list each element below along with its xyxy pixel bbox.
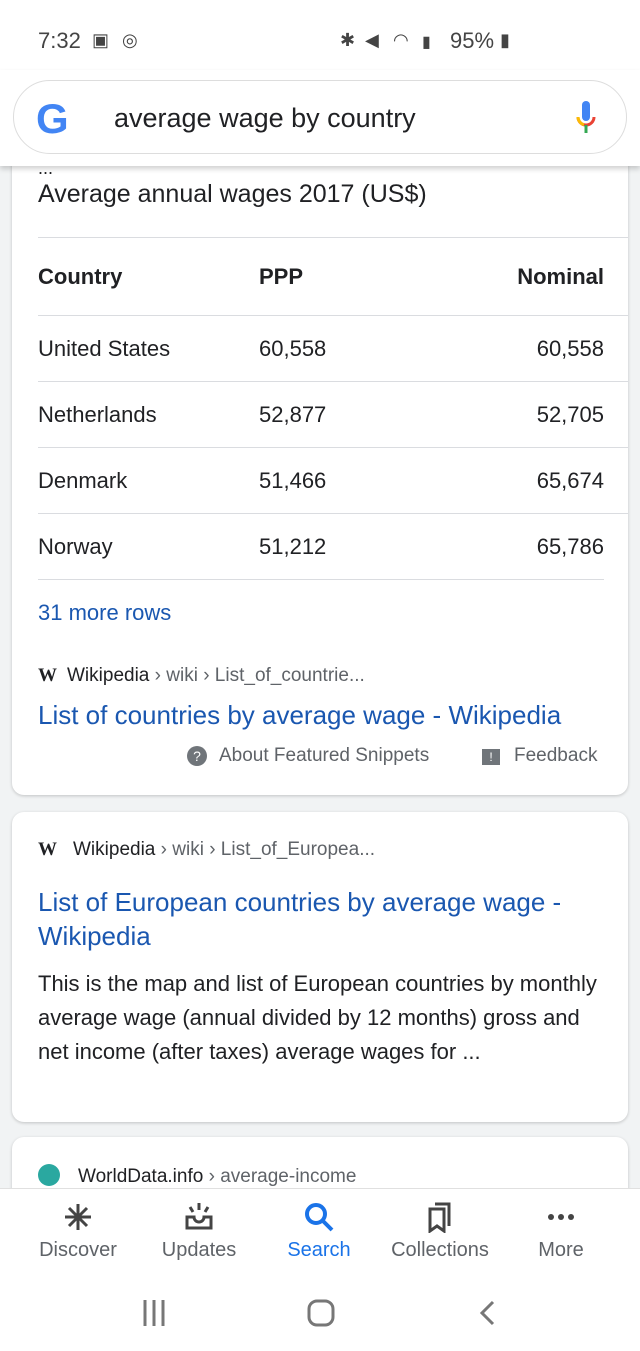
recent-apps-icon[interactable] xyxy=(142,1300,166,1326)
source-path: › average-income xyxy=(203,1166,357,1187)
nav-label: Updates xyxy=(161,1239,237,1261)
feedback-button[interactable]: ! Feedback xyxy=(482,745,597,767)
google-logo-icon: G xyxy=(36,95,69,142)
search-icon xyxy=(305,1203,334,1232)
status-bar: 7:32 ▣ ◎ ✱ ◀ ◠ ▮ 95% ▮ xyxy=(0,0,640,80)
collections-icon xyxy=(428,1202,451,1233)
nominal-cell: 60,558 xyxy=(536,336,604,361)
nav-discover[interactable]: Discover xyxy=(18,1201,138,1262)
nav-label: Search xyxy=(287,1239,351,1261)
source-path: › wiki › List_of_countrie... xyxy=(149,665,365,686)
column-header-country: Country xyxy=(38,264,123,289)
battery-charging-icon: ▮ xyxy=(500,30,510,50)
nav-label: More xyxy=(538,1239,584,1261)
help-icon: ? xyxy=(187,746,207,766)
updates-icon xyxy=(185,1203,213,1230)
source-site: WorldData.info xyxy=(78,1166,204,1187)
result-title-link[interactable]: List of countries by average wage - Wiki… xyxy=(38,700,561,731)
search-input[interactable]: average wage by country xyxy=(114,103,416,134)
ppp-cell: 52,877 xyxy=(259,402,327,427)
nav-search[interactable]: Search xyxy=(259,1201,379,1262)
nav-label: Discover xyxy=(39,1239,117,1261)
source-breadcrumb[interactable]: WorldData.info › average-income xyxy=(38,1164,356,1188)
nominal-cell: 52,705 xyxy=(536,402,604,427)
source-site: Wikipedia xyxy=(73,839,156,860)
globe-icon xyxy=(38,1164,60,1186)
column-header-nominal: Nominal xyxy=(517,264,604,289)
table-title: Average annual wages 2017 (US$) xyxy=(38,180,427,208)
search-bar[interactable]: G average wage by country xyxy=(13,80,627,154)
nominal-cell: 65,786 xyxy=(536,534,604,559)
instagram-icon: ◎ xyxy=(122,30,138,50)
about-label: About Featured Snippets xyxy=(219,745,430,766)
country-cell: Denmark xyxy=(38,468,128,493)
back-icon[interactable] xyxy=(478,1300,496,1326)
more-rows-link[interactable]: 31 more rows xyxy=(38,600,171,626)
cast-icon: ▣ xyxy=(92,30,110,50)
bottom-navigation: Discover Updates Search Collections More xyxy=(0,1188,640,1280)
wikipedia-icon: W xyxy=(38,839,57,860)
country-cell: Netherlands xyxy=(38,402,157,427)
about-featured-snippets-button[interactable]: ? About Featured Snippets xyxy=(187,745,429,767)
ppp-cell: 51,466 xyxy=(259,468,327,493)
column-header-ppp: PPP xyxy=(259,264,304,289)
nav-more[interactable]: More xyxy=(501,1201,621,1262)
clock: 7:32 xyxy=(38,28,81,53)
nav-label: Collections xyxy=(391,1239,489,1261)
wikipedia-icon: W xyxy=(38,665,57,686)
source-path: › wiki › List_of_Europea... xyxy=(155,839,376,860)
country-cell: United States xyxy=(38,336,171,361)
result-snippet: This is the map and list of European cou… xyxy=(38,971,597,1064)
source-breadcrumb[interactable]: W Wikipedia › wiki › List_of_countrie... xyxy=(38,665,365,687)
feedback-label: Feedback xyxy=(514,745,598,766)
source-site: Wikipedia xyxy=(67,665,150,686)
battery-level: 95% xyxy=(450,28,495,53)
system-navigation-bar xyxy=(0,1280,640,1351)
signal-icon: ▮ xyxy=(422,34,431,51)
ppp-cell: 60,558 xyxy=(259,336,327,361)
result-title-link[interactable]: List of European countries by average wa… xyxy=(38,885,598,953)
search-header: G average wage by country xyxy=(0,70,640,166)
nav-updates[interactable]: Updates xyxy=(139,1201,259,1262)
asterisk-icon xyxy=(65,1204,91,1230)
more-dots-icon xyxy=(548,1214,574,1220)
featured-snippet-card: ... Average annual wages 2017 (US$) Coun… xyxy=(12,150,628,795)
source-breadcrumb[interactable]: W Wikipedia › wiki › List_of_Europea... xyxy=(38,839,375,861)
feedback-icon: ! xyxy=(482,749,500,765)
home-icon[interactable] xyxy=(307,1299,335,1327)
microphone-icon[interactable] xyxy=(576,101,596,140)
mute-icon: ◀ xyxy=(365,30,379,50)
nav-collections[interactable]: Collections xyxy=(380,1201,500,1262)
country-cell: Norway xyxy=(38,534,113,559)
wifi-icon: ◠ xyxy=(393,30,409,50)
ppp-cell: 51,212 xyxy=(259,534,327,559)
nominal-cell: 65,674 xyxy=(536,468,604,493)
search-result-card: W Wikipedia › wiki › List_of_Europea... L… xyxy=(12,812,628,1122)
bluetooth-icon: ✱ xyxy=(340,30,356,50)
